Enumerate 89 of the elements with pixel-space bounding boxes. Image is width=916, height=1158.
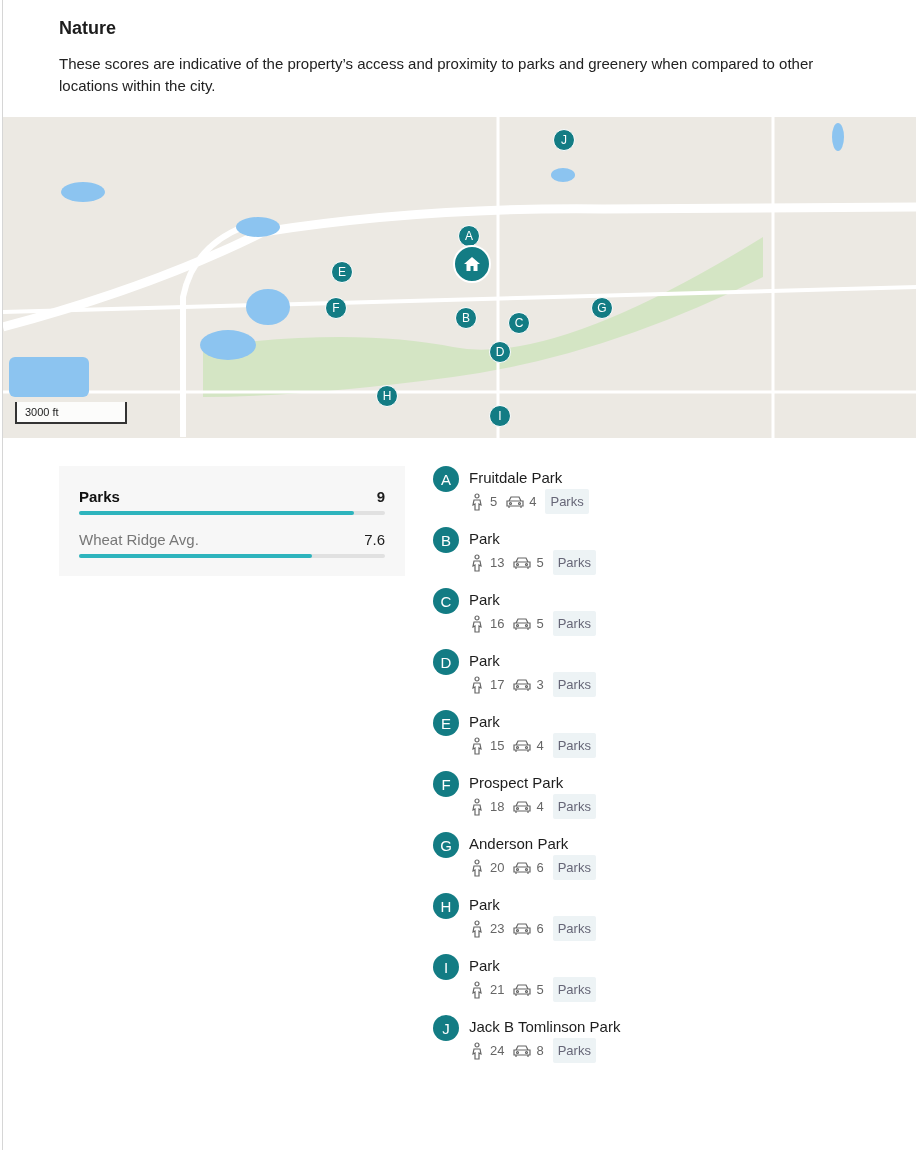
walk-time: 18 (490, 799, 505, 814)
section-description: These scores are indicative of the property’s access and proximity to parks and greenery when compared to other locations within the city. (59, 54, 815, 96)
place-name[interactable]: Park (469, 957, 596, 974)
drive-time: 6 (536, 860, 544, 875)
place-name[interactable]: Park (469, 896, 596, 913)
walking-person-icon (469, 858, 485, 877)
walk-time: 16 (490, 616, 505, 631)
place-name[interactable]: Fruitdale Park (469, 469, 589, 486)
drive-time: 4 (536, 799, 544, 814)
place-name[interactable]: Park (469, 713, 596, 730)
place-marker: B (433, 527, 459, 553)
category-tag: Parks (552, 550, 596, 575)
place-marker: G (433, 832, 459, 858)
category-tag: Parks (552, 794, 596, 819)
car-icon (513, 921, 532, 936)
drive-time: 3 (536, 677, 544, 692)
place-marker: D (433, 649, 459, 675)
map-marker[interactable]: I (489, 405, 511, 427)
walk-time: 5 (490, 494, 498, 509)
car-icon (506, 494, 525, 509)
car-icon (513, 677, 532, 692)
score-value: 9 (376, 488, 385, 505)
map-marker[interactable]: J (553, 129, 575, 151)
place-marker: I (433, 954, 459, 980)
map-marker[interactable]: G (591, 297, 613, 319)
walking-person-icon (469, 553, 485, 572)
drive-time: 5 (536, 982, 544, 997)
place-marker: H (433, 893, 459, 919)
category-tag: Parks (552, 672, 596, 697)
car-icon (513, 982, 532, 997)
drive-time: 5 (536, 555, 544, 570)
walking-person-icon (469, 797, 485, 816)
car-icon (513, 616, 532, 631)
place-marker: C (433, 588, 459, 614)
place-name[interactable]: Park (469, 530, 596, 547)
category-tag: Parks (552, 977, 596, 1002)
walk-time: 21 (490, 982, 505, 997)
walking-person-icon (469, 492, 485, 511)
map[interactable]: A B C D E F G H I J 3000 ft (3, 117, 916, 438)
walk-time: 17 (490, 677, 505, 692)
home-pin-icon[interactable] (453, 245, 491, 283)
map-marker[interactable]: B (455, 307, 477, 329)
car-icon (513, 860, 532, 875)
drive-time: 8 (536, 1043, 544, 1058)
place-marker: E (433, 710, 459, 736)
drive-time: 6 (536, 921, 544, 936)
category-tag: Parks (552, 916, 596, 941)
walking-person-icon (469, 736, 485, 755)
place-name[interactable]: Jack B Tomlinson Park (469, 1018, 621, 1035)
score-label: Wheat Ridge Avg. (79, 531, 199, 548)
place-name[interactable]: Park (469, 591, 596, 608)
map-scale: 3000 ft (15, 402, 127, 424)
score-label: Parks (79, 488, 120, 505)
car-icon (513, 738, 532, 753)
category-tag: Parks (552, 1038, 596, 1063)
walking-person-icon (469, 1041, 485, 1060)
map-marker[interactable]: D (489, 341, 511, 363)
car-icon (513, 555, 532, 570)
drive-time: 5 (536, 616, 544, 631)
place-marker: F (433, 771, 459, 797)
map-marker[interactable]: F (325, 297, 347, 319)
category-tag: Parks (552, 855, 596, 880)
walking-person-icon (469, 675, 485, 694)
place-marker: J (433, 1015, 459, 1041)
drive-time: 4 (536, 738, 544, 753)
place-name[interactable]: Anderson Park (469, 835, 596, 852)
score-value: 7.6 (364, 531, 385, 548)
car-icon (513, 1043, 532, 1058)
section-title: Nature (59, 18, 117, 39)
walk-time: 23 (490, 921, 505, 936)
map-marker[interactable]: E (331, 261, 353, 283)
walking-person-icon (469, 980, 485, 999)
category-tag: Parks (552, 733, 596, 758)
walking-person-icon (469, 614, 485, 633)
walk-time: 15 (490, 738, 505, 753)
walk-time: 20 (490, 860, 505, 875)
car-icon (513, 799, 532, 814)
walk-time: 13 (490, 555, 505, 570)
walk-time: 24 (490, 1043, 505, 1058)
map-marker[interactable]: A (458, 225, 480, 247)
drive-time: 4 (529, 494, 537, 509)
map-marker[interactable]: C (508, 312, 530, 334)
place-name[interactable]: Park (469, 652, 596, 669)
place-name[interactable]: Prospect Park (469, 774, 596, 791)
walking-person-icon (469, 919, 485, 938)
category-tag: Parks (552, 611, 596, 636)
place-marker: A (433, 466, 459, 492)
map-marker[interactable]: H (376, 385, 398, 407)
category-tag: Parks (545, 489, 589, 514)
